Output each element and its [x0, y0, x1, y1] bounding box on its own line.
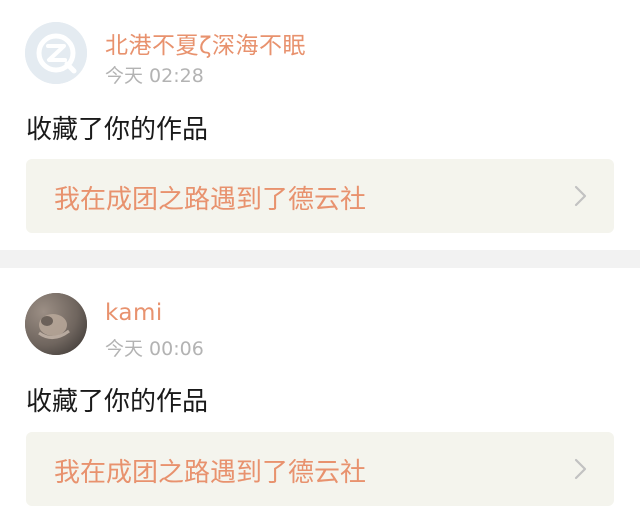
work-title: 我在成团之路遇到了德云社: [54, 458, 367, 488]
notification-item: kami 今天 00:06 收藏了你的作品 我在成团之路遇到了德云社: [0, 268, 640, 517]
username[interactable]: kami: [105, 300, 163, 326]
username[interactable]: 北港不夏ζ深海不眠: [105, 26, 306, 60]
notification-feed: 北港不夏ζ深海不眠 今天 02:28 收藏了你的作品 我在成团之路遇到了德云社: [0, 0, 640, 517]
timestamp: 今天 00:06: [105, 338, 204, 360]
work-title: 我在成团之路遇到了德云社: [54, 185, 367, 215]
chevron-right-icon: [574, 185, 588, 207]
default-q-avatar-icon: [25, 22, 87, 84]
section-divider: [0, 250, 640, 268]
photo-avatar: [25, 293, 87, 355]
work-link-card[interactable]: 我在成团之路遇到了德云社: [26, 159, 614, 233]
work-link-card[interactable]: 我在成团之路遇到了德云社: [26, 432, 614, 506]
chevron-right-icon: [574, 458, 588, 480]
user-avatar[interactable]: [25, 293, 87, 355]
action-text: 收藏了你的作品: [26, 115, 209, 145]
timestamp: 今天 02:28: [105, 65, 204, 87]
notification-item: 北港不夏ζ深海不眠 今天 02:28 收藏了你的作品 我在成团之路遇到了德云社: [0, 0, 640, 250]
user-avatar[interactable]: [25, 22, 87, 84]
action-text: 收藏了你的作品: [26, 387, 209, 417]
